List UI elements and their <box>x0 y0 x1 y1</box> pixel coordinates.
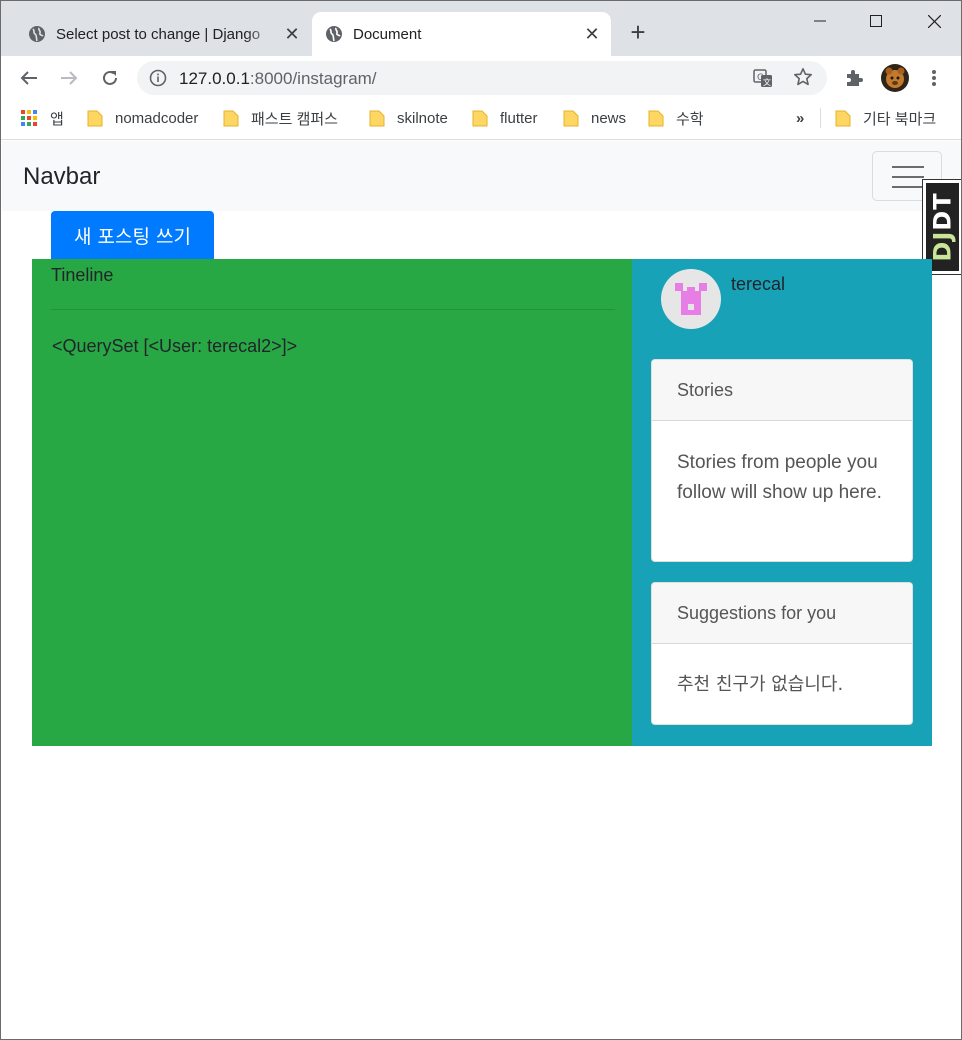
new-post-button[interactable]: 새 포스팅 쓰기 <box>51 211 214 259</box>
globe-icon <box>29 26 45 42</box>
puzzle-icon <box>847 70 863 86</box>
tab-document[interactable]: Document ✕ <box>312 12 611 56</box>
bookmarks-overflow-button[interactable]: » <box>796 108 804 128</box>
bookmark-divider <box>820 108 821 128</box>
djdt-logo: DJDT <box>926 183 959 271</box>
bookmark-label: 앱 <box>50 110 64 128</box>
bookmark-label: nomadcoder <box>115 109 199 127</box>
reload-button[interactable] <box>96 64 124 92</box>
bookmark-label: news <box>591 109 627 127</box>
translate-icon[interactable]: G 文 <box>753 68 773 88</box>
navbar: Navbar <box>2 141 961 211</box>
hamburger-icon <box>892 166 924 168</box>
tab-strip: Select post to change | Django ✕ Documen… <box>1 1 961 56</box>
close-icon[interactable]: ✕ <box>279 24 305 45</box>
bookmark-apps[interactable]: 앱 <box>21 108 64 128</box>
url-host: 127.0.0.1 <box>179 69 250 88</box>
tab-title: Select post to change | Django <box>56 25 261 43</box>
navbar-brand[interactable]: Navbar <box>23 163 100 191</box>
more-vertical-icon <box>932 70 936 86</box>
arrow-right-icon <box>61 71 78 85</box>
new-tab-button[interactable]: + <box>625 19 651 47</box>
bookmarks-bar: 앱 nomadcoder 패스트 캠퍼스 skilnote flutter ne… <box>1 100 961 140</box>
star-icon[interactable] <box>793 67 813 87</box>
profile-avatar-button[interactable] <box>881 64 909 92</box>
bookmark-folder[interactable]: 패스트 캠퍼스 <box>223 108 338 128</box>
suggestions-card: Suggestions for you 추천 친구가 없습니다. <box>651 582 913 725</box>
address-bar[interactable]: 127.0.0.1:8000/instagram/ G 文 <box>137 61 827 95</box>
globe-icon <box>326 26 342 42</box>
folder-icon <box>369 110 385 127</box>
bookmark-folder[interactable]: news <box>563 108 626 128</box>
hamburger-icon <box>892 186 924 188</box>
window-close-button[interactable] <box>905 1 961 41</box>
folder-icon <box>835 110 851 127</box>
divider <box>51 309 615 310</box>
stories-card: Stories Stories from people you follow w… <box>651 359 913 562</box>
card-header: Stories <box>652 360 912 421</box>
card-body: Stories from people you follow will show… <box>677 452 882 503</box>
close-icon <box>927 14 941 28</box>
bookmark-folder[interactable]: skilnote <box>369 108 448 128</box>
hamburger-icon <box>892 176 924 178</box>
arrow-left-icon <box>20 71 37 85</box>
bookmark-folder[interactable]: flutter <box>472 108 538 128</box>
close-icon[interactable]: ✕ <box>579 24 605 45</box>
timeline-heading: Tineline <box>51 265 114 285</box>
folder-icon <box>87 110 103 127</box>
forward-button[interactable] <box>55 64 83 92</box>
bookmark-folder[interactable]: 수학 <box>648 108 704 128</box>
back-button[interactable] <box>15 64 43 92</box>
avatar[interactable] <box>661 269 721 329</box>
folder-icon <box>223 110 239 127</box>
bookmark-label: 수학 <box>676 110 704 128</box>
bookmark-label: skilnote <box>397 109 448 127</box>
folder-icon <box>563 110 579 127</box>
svg-text:文: 文 <box>763 77 771 87</box>
minimize-button[interactable] <box>791 1 849 41</box>
card-header: Suggestions for you <box>652 583 912 644</box>
apps-grid-icon <box>21 109 37 126</box>
url-path: :8000/instagram/ <box>249 69 377 88</box>
bookmark-folder[interactable]: nomadcoder <box>87 108 198 128</box>
tab-django-admin[interactable]: Select post to change | Django ✕ <box>15 12 311 56</box>
identicon-icon <box>675 283 707 315</box>
extensions-button[interactable] <box>840 64 868 92</box>
profile-icon <box>881 64 909 92</box>
bookmark-label: flutter <box>500 109 538 127</box>
sidebar-column: terecal Stories Stories from people you … <box>632 259 932 746</box>
card-body: 추천 친구가 없습니다. <box>677 674 844 695</box>
queryset-text: <QuerySet [<User: terecal2>]> <box>52 336 298 356</box>
folder-icon <box>648 110 664 127</box>
tab-title: Document <box>353 25 422 43</box>
maximize-button[interactable] <box>847 1 905 41</box>
browser-window: Select post to change | Django ✕ Documen… <box>0 0 962 1040</box>
folder-icon <box>472 110 488 127</box>
menu-button[interactable] <box>920 64 948 92</box>
djdt-label: DJDT <box>928 192 957 262</box>
bookmark-label: 기타 북마크 <box>863 110 937 128</box>
username[interactable]: terecal <box>731 274 785 295</box>
minimize-icon <box>814 20 826 22</box>
reload-icon <box>103 70 117 85</box>
maximize-icon <box>870 15 882 27</box>
bookmark-label: 패스트 캠퍼스 <box>251 110 338 128</box>
browser-toolbar: 127.0.0.1:8000/instagram/ G 文 <box>1 56 961 100</box>
bookmark-other[interactable]: 기타 북마크 <box>835 108 936 128</box>
timeline-column: Tineline <QuerySet [<User: terecal2>]> <box>32 259 632 746</box>
info-icon[interactable] <box>149 69 167 87</box>
url-text: 127.0.0.1:8000/instagram/ <box>179 69 377 89</box>
